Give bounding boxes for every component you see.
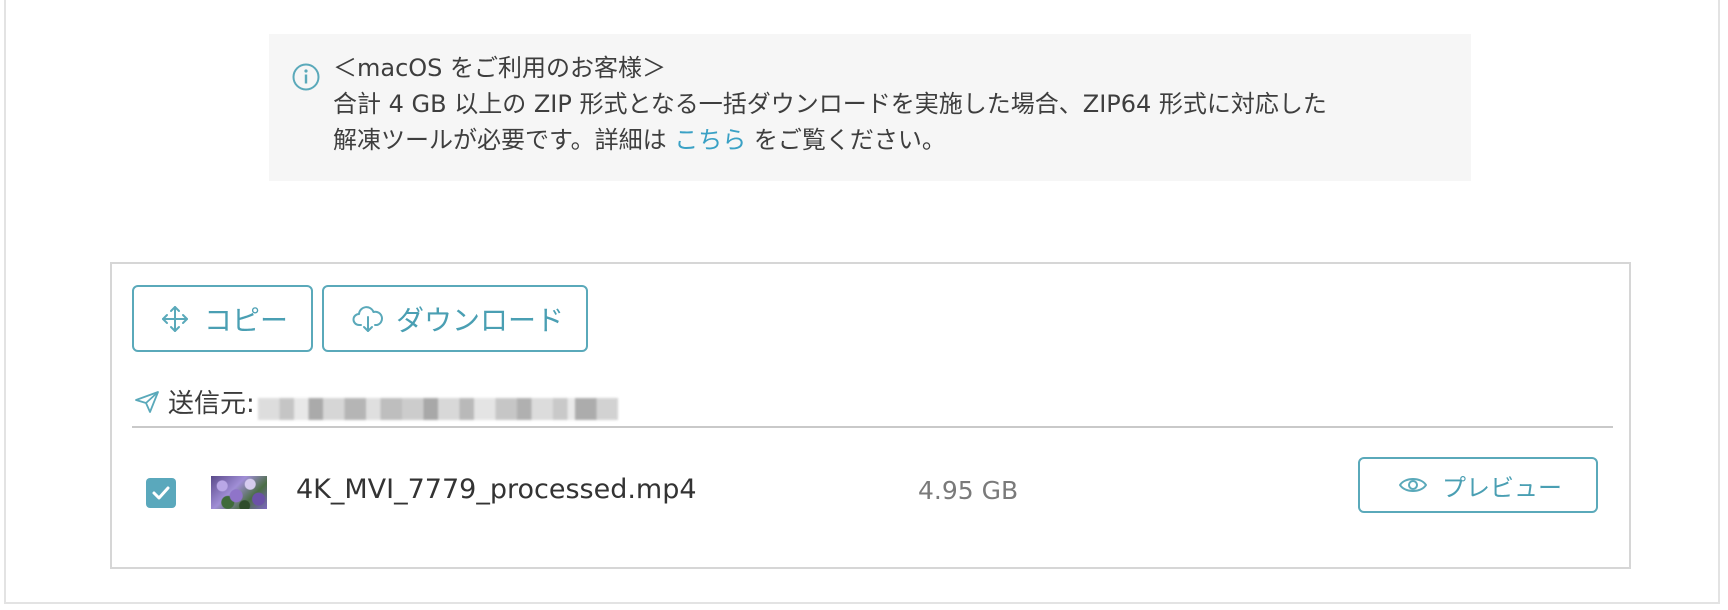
paper-plane-icon	[134, 390, 160, 418]
preview-button[interactable]: プレビュー	[1358, 457, 1598, 513]
notice-title: ＜macOS をご利用のお客様＞	[333, 54, 667, 82]
sender-row: 送信元:	[132, 388, 1613, 428]
preview-button-label: プレビュー	[1442, 473, 1562, 502]
macos-notice: ＜macOS をご利用のお客様＞ 合計 4 GB 以上の ZIP 形式となる一括…	[269, 34, 1471, 181]
eye-icon	[1399, 478, 1427, 492]
copy-button-label: コピー	[204, 303, 289, 337]
notice-line-2-after: をご覧ください。	[746, 126, 946, 154]
notice-line-1: 合計 4 GB 以上の ZIP 形式となる一括ダウンロードを実施した場合、ZIP…	[333, 90, 1327, 118]
file-row: 4K_MVI_7779_processed.mp4 4.95 GB プレビュー	[132, 429, 1613, 539]
notice-line-2: 解凍ツールが必要です。詳細は こちら をご覧ください。	[333, 122, 1327, 158]
download-button-label: ダウンロード	[396, 303, 565, 337]
move-arrows-icon	[162, 305, 188, 332]
file-name: 4K_MVI_7779_processed.mp4	[296, 474, 697, 505]
details-link[interactable]: こちら	[674, 126, 746, 154]
notice-line-2-before: 解凍ツールが必要です。詳細は	[333, 126, 675, 154]
copy-button[interactable]: コピー	[132, 285, 313, 352]
notice-text: ＜macOS をご利用のお客様＞ 合計 4 GB 以上の ZIP 形式となる一括…	[333, 50, 1327, 158]
info-icon	[291, 62, 321, 92]
file-panel: コピー ダウンロード 送信元: 4K_MVI_7779_processed.mp…	[110, 262, 1631, 569]
cloud-download-icon	[352, 305, 383, 332]
sender-address-redacted	[258, 398, 618, 420]
download-button[interactable]: ダウンロード	[322, 285, 588, 352]
file-checkbox[interactable]	[146, 478, 176, 508]
checkmark-icon	[152, 486, 170, 500]
file-size: 4.95 GB	[918, 476, 1019, 505]
sender-label: 送信元:	[168, 389, 255, 419]
file-thumbnail	[211, 476, 267, 509]
